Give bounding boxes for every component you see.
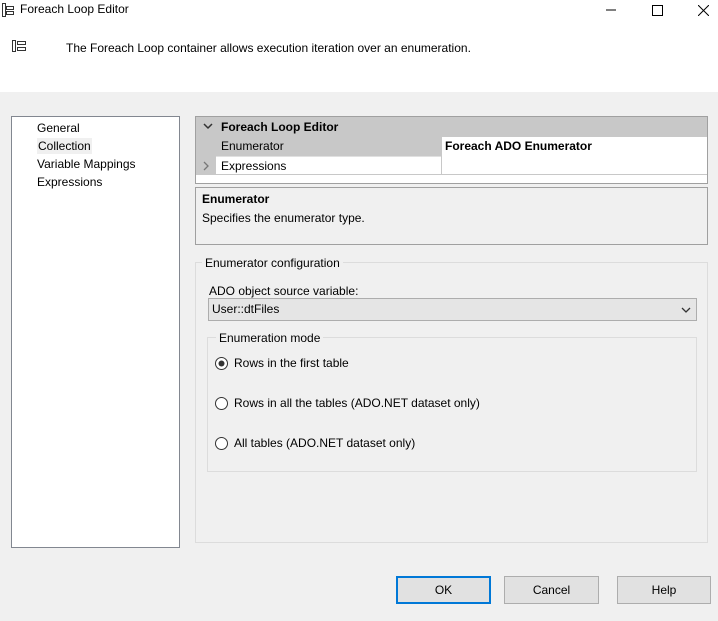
page-list: General Collection Variable Mappings Exp…	[11, 116, 180, 548]
window-title: Foreach Loop Editor	[20, 2, 129, 16]
property-category-label: Foreach Loop Editor	[221, 120, 339, 134]
property-row-expressions[interactable]: Expressions	[196, 156, 707, 175]
nav-item-collection[interactable]: Collection	[12, 137, 179, 155]
nav-item-variable-mappings[interactable]: Variable Mappings	[12, 155, 179, 173]
radio-unchecked-icon[interactable]	[215, 396, 228, 410]
radio-rows-all-tables[interactable]: Rows in all the tables (ADO.NET dataset …	[215, 395, 480, 411]
cancel-button[interactable]: Cancel	[504, 576, 599, 604]
nav-item-label: Expressions	[37, 175, 103, 189]
source-variable-select[interactable]: User::dtFiles	[208, 298, 697, 321]
row-gutter	[196, 137, 216, 156]
chevron-down-icon	[681, 307, 691, 313]
header-band: The Foreach Loop container allows execut…	[0, 22, 718, 92]
property-row-enumerator[interactable]: Enumerator Foreach ADO Enumerator	[196, 137, 707, 156]
app-icon	[2, 3, 14, 17]
property-description-panel: Enumerator Specifies the enumerator type…	[195, 187, 708, 245]
row-gutter	[196, 156, 216, 175]
nav-item-label: Variable Mappings	[37, 157, 136, 171]
group-label: Enumeration mode	[216, 331, 324, 345]
enumerator-configuration-group: Enumerator configuration ADO object sour…	[195, 256, 708, 543]
minimize-button[interactable]	[588, 0, 634, 20]
property-category[interactable]: Foreach Loop Editor	[196, 117, 707, 137]
radio-rows-first-table[interactable]: Rows in the first table	[215, 355, 349, 371]
enumeration-mode-group: Enumeration mode Rows in the first table…	[207, 331, 697, 472]
description-text: Specifies the enumerator type.	[202, 211, 365, 225]
property-grid: Foreach Loop Editor Enumerator Foreach A…	[195, 116, 708, 184]
selected-value: User::dtFiles	[212, 302, 280, 316]
radio-checked-icon[interactable]	[215, 356, 228, 370]
property-name: Enumerator	[216, 137, 441, 156]
collapse-chevron-icon[interactable]	[203, 121, 213, 131]
property-value[interactable]	[441, 156, 707, 175]
maximize-icon	[651, 4, 663, 16]
description-title: Enumerator	[202, 192, 270, 206]
radio-all-tables[interactable]: All tables (ADO.NET dataset only)	[215, 435, 415, 451]
header-description: The Foreach Loop container allows execut…	[66, 41, 471, 55]
radio-label: All tables (ADO.NET dataset only)	[234, 436, 416, 450]
expand-chevron-icon[interactable]	[202, 161, 210, 171]
nav-item-expressions[interactable]: Expressions	[12, 173, 179, 191]
property-value[interactable]: Foreach ADO Enumerator	[441, 137, 707, 156]
close-icon	[697, 4, 709, 16]
radio-unchecked-icon[interactable]	[215, 436, 228, 450]
nav-item-general[interactable]: General	[12, 119, 179, 137]
title-bar: Foreach Loop Editor	[0, 0, 718, 22]
group-label: Enumerator configuration	[202, 256, 343, 270]
container-icon	[12, 40, 26, 52]
nav-item-label: Collection	[37, 138, 92, 154]
ok-button[interactable]: OK	[396, 576, 491, 604]
nav-item-label: General	[37, 121, 80, 135]
source-variable-label: ADO object source variable:	[209, 284, 359, 298]
close-button[interactable]	[680, 0, 718, 20]
radio-label: Rows in the first table	[234, 356, 349, 370]
minimize-icon	[606, 9, 616, 11]
radio-label: Rows in all the tables (ADO.NET dataset …	[234, 396, 480, 410]
property-name: Expressions	[216, 156, 441, 175]
help-button[interactable]: Help	[617, 576, 711, 604]
maximize-button[interactable]	[634, 0, 680, 20]
